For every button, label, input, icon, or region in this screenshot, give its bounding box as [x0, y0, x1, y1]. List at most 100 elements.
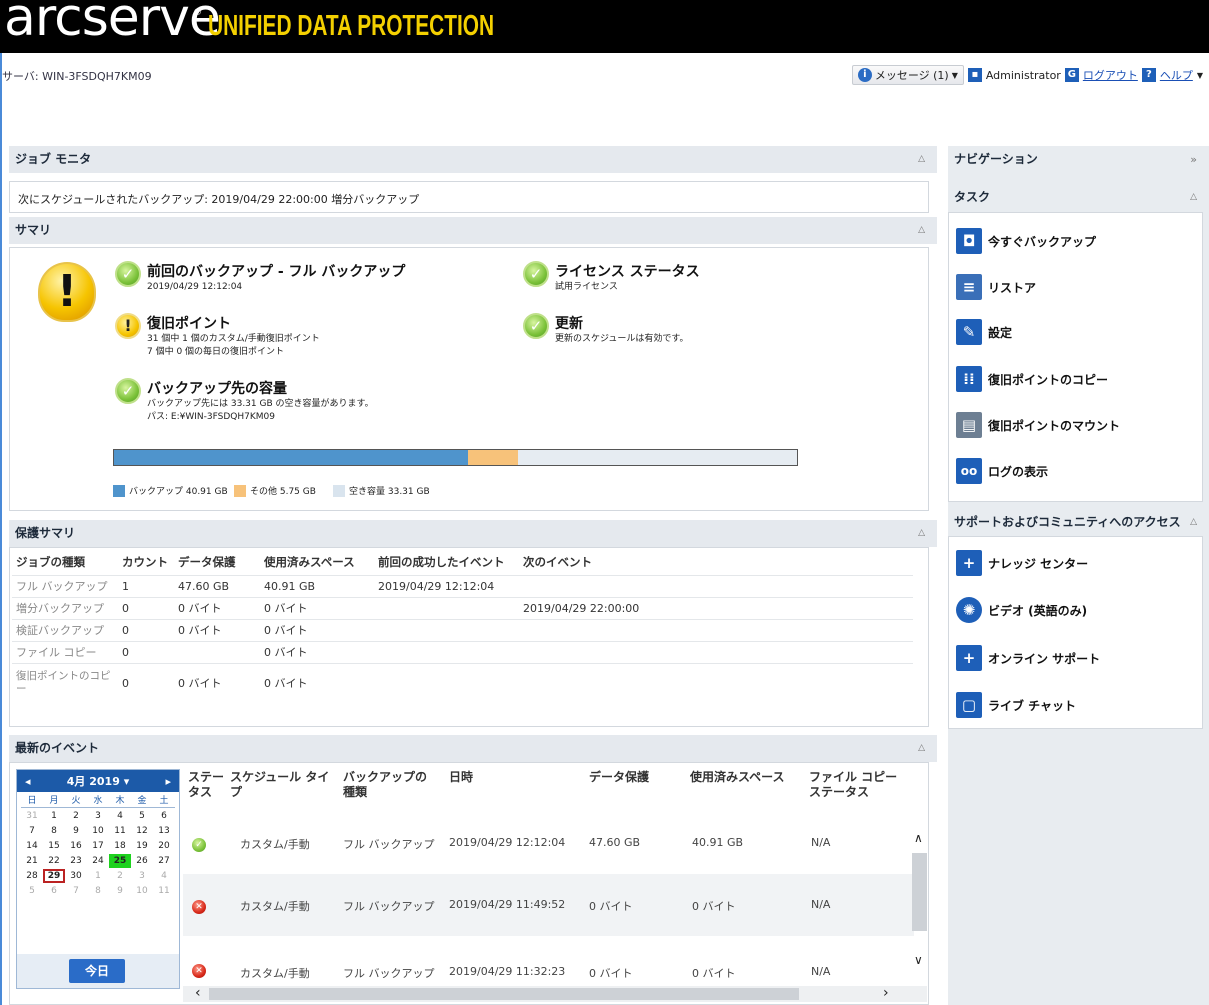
calendar-day[interactable]: 20 [153, 839, 175, 853]
calendar-day[interactable]: 10 [131, 884, 153, 898]
calendar: ◂ 4月 2019 ▾ ▸ 日 月 火 水 木 金 土 31 1 2 3 4 5 6 7 8 9 1… [16, 769, 180, 989]
calendar-day[interactable]: 26 [131, 854, 153, 868]
calendar-day[interactable]: 21 [21, 854, 43, 868]
calendar-day[interactable]: 11 [153, 884, 175, 898]
legend-swatch-free [333, 484, 345, 497]
cell-next-event [519, 618, 913, 641]
calendar-day[interactable]: 29 [43, 869, 65, 883]
calendar-day[interactable]: 2 [65, 809, 87, 823]
logout-link[interactable]: ログアウト [1083, 67, 1138, 83]
vertical-scrollbar[interactable]: ∧ ∨ [912, 825, 927, 981]
calendar-day[interactable]: 6 [153, 809, 175, 823]
month-selector[interactable]: 4月 2019 ▾ [67, 773, 129, 789]
collapse-icon[interactable]: △ [1190, 184, 1197, 211]
task-settings[interactable]: ✎ 設定 [956, 319, 1012, 345]
cell-datetime: 2019/04/29 11:49:52 [449, 898, 566, 911]
calendar-day[interactable]: 17 [87, 839, 109, 853]
calendar-day[interactable]: 7 [21, 824, 43, 838]
support-live-chat[interactable]: ▢ ライブ チャット [956, 692, 1076, 718]
task-label: 復旧ポイントのマウント [988, 418, 1121, 433]
prev-month-button[interactable]: ◂ [25, 775, 31, 788]
calendar-day[interactable]: 3 [87, 809, 109, 823]
license-title: ライセンス ステータス [555, 264, 700, 280]
calendar-day[interactable]: 11 [109, 824, 131, 838]
support-knowledge-center[interactable]: + ナレッジ センター [956, 550, 1088, 576]
calendar-day[interactable]: 23 [65, 854, 87, 868]
cell-filecopy: N/A [811, 898, 831, 911]
task-mount-recovery-point[interactable]: ▤ 復旧ポイントのマウント [956, 412, 1120, 438]
messages-button[interactable]: i メッセージ (1) ▼ [851, 65, 964, 85]
calendar-day[interactable]: 10 [87, 824, 109, 838]
calendar-day[interactable]: 27 [153, 854, 175, 868]
calendar-day[interactable]: 28 [21, 869, 43, 883]
summary-header[interactable]: サマリ △ [9, 217, 937, 244]
protection-summary-header[interactable]: 保護サマリ △ [9, 520, 937, 547]
calendar-day[interactable]: 15 [43, 839, 65, 853]
calendar-day[interactable]: 25 [109, 854, 131, 868]
calendar-day[interactable]: 5 [131, 809, 153, 823]
calendar-day[interactable]: 12 [131, 824, 153, 838]
support-header[interactable]: サポートおよびコミュニティへのアクセス △ [948, 509, 1209, 536]
calendar-day[interactable]: 8 [43, 824, 65, 838]
collapse-icon[interactable]: △ [918, 146, 925, 173]
calendar-day[interactable]: 18 [109, 839, 131, 853]
scroll-right-icon[interactable]: › [883, 985, 889, 1001]
help-link[interactable]: ヘルプ [1160, 67, 1193, 83]
scroll-up-icon[interactable]: ∧ [914, 831, 923, 845]
calendar-day[interactable]: 14 [21, 839, 43, 853]
collapse-icon[interactable]: △ [918, 520, 925, 547]
legend-other: その他 5.75 GB [234, 484, 316, 497]
event-row[interactable]: ✕ カスタム/手動 フル バックアップ 2019/04/29 11:49:52 … [183, 874, 914, 936]
scroll-down-icon[interactable]: ∨ [914, 953, 923, 967]
recent-events-header[interactable]: 最新のイベント △ [9, 735, 937, 762]
task-label: リストア [988, 280, 1037, 295]
calendar-day[interactable]: 3 [131, 869, 153, 883]
cell-data: 0 バイト [174, 662, 260, 703]
tasks-header[interactable]: タスク △ [948, 184, 1209, 211]
scroll-thumb[interactable] [912, 853, 927, 931]
collapse-icon[interactable]: △ [918, 735, 925, 762]
job-monitor-header[interactable]: ジョブ モニタ △ [9, 146, 937, 173]
next-schedule-text: 次にスケジュールされたバックアップ: 2019/04/29 22:00:00 増… [18, 193, 420, 206]
task-backup-now[interactable]: ◘ 今すぐバックアップ [956, 228, 1096, 254]
support-video[interactable]: ✺ ビデオ (英語のみ) [956, 597, 1087, 623]
support-online[interactable]: + オンライン サポート [956, 645, 1100, 671]
capacity-bar [113, 449, 798, 466]
calendar-day[interactable]: 19 [131, 839, 153, 853]
calendar-day[interactable]: 1 [87, 869, 109, 883]
collapse-right-icon[interactable]: » [1190, 146, 1197, 173]
calendar-day[interactable]: 30 [65, 869, 87, 883]
task-copy-recovery-point[interactable]: ⁞⁞ 復旧ポイントのコピー [956, 366, 1108, 392]
task-view-logs[interactable]: oo ログの表示 [956, 458, 1048, 484]
calendar-day[interactable]: 4 [153, 869, 175, 883]
collapse-icon[interactable]: △ [1190, 509, 1197, 536]
cell-schedule: カスタム/手動 [240, 967, 310, 980]
license-sub: 試用ライセンス [555, 282, 618, 292]
calendar-day[interactable]: 8 [87, 884, 109, 898]
scroll-left-icon[interactable]: ‹ [195, 985, 201, 1001]
task-restore[interactable]: ≡ リストア [956, 274, 1036, 300]
scroll-thumb[interactable] [209, 988, 799, 1000]
today-button[interactable]: 今日 [69, 959, 125, 983]
event-row[interactable]: ✓ カスタム/手動 フル バックアップ 2019/04/29 12:12:04 … [183, 812, 914, 874]
calendar-day[interactable]: 16 [65, 839, 87, 853]
calendar-day[interactable]: 9 [65, 824, 87, 838]
cell-last-event [374, 640, 519, 663]
calendar-day[interactable]: 7 [65, 884, 87, 898]
calendar-day[interactable]: 9 [109, 884, 131, 898]
navigation-header[interactable]: ナビゲーション » [948, 146, 1209, 173]
calendar-day[interactable]: 31 [21, 809, 43, 823]
collapse-icon[interactable]: △ [918, 217, 925, 244]
event-row[interactable]: ✕ カスタム/手動 フル バックアップ 2019/04/29 11:32:23 … [183, 937, 914, 985]
calendar-day[interactable]: 4 [109, 809, 131, 823]
calendar-day[interactable]: 22 [43, 854, 65, 868]
calendar-day[interactable]: 24 [87, 854, 109, 868]
calendar-day[interactable]: 5 [21, 884, 43, 898]
calendar-day[interactable]: 2 [109, 869, 131, 883]
calendar-day[interactable]: 13 [153, 824, 175, 838]
calendar-day[interactable]: 1 [43, 809, 65, 823]
next-month-button[interactable]: ▸ [165, 775, 171, 788]
cell-count: 0 [118, 640, 174, 663]
calendar-day[interactable]: 6 [43, 884, 65, 898]
horizontal-scrollbar[interactable]: ‹ › [183, 985, 927, 1002]
